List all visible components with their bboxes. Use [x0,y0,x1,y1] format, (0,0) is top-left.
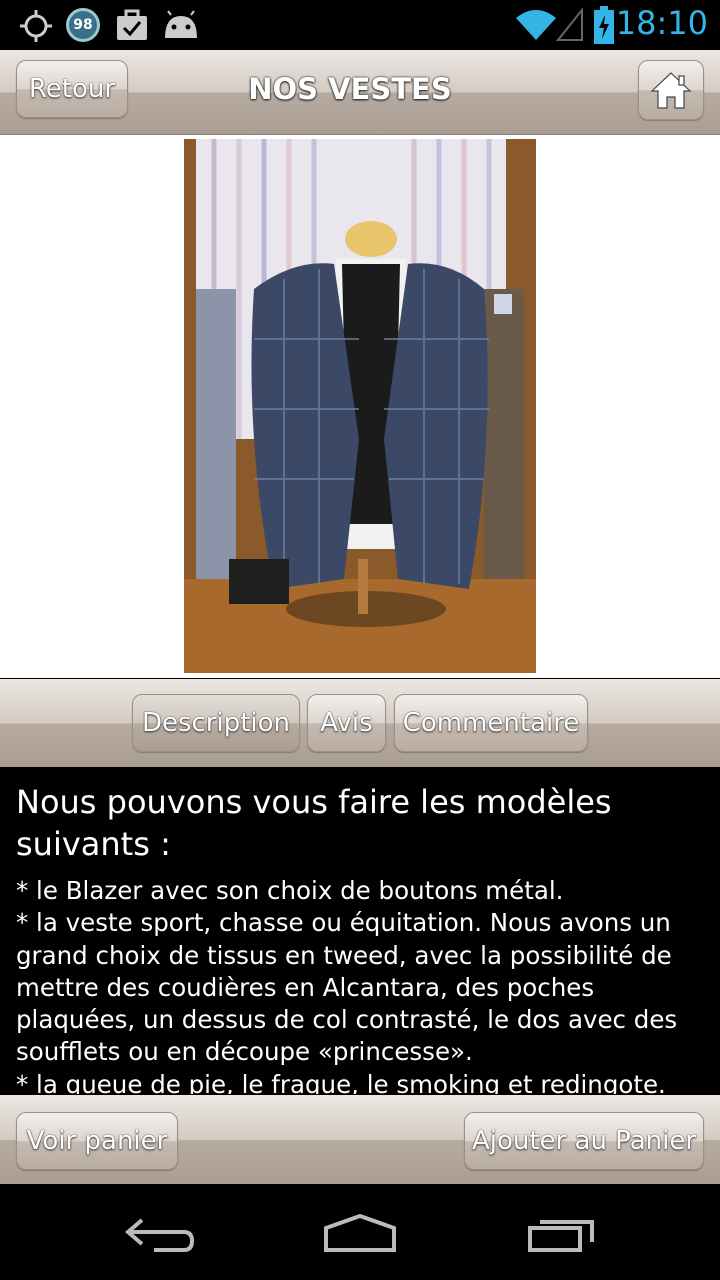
notification-count: 98 [73,17,93,33]
system-nav-bar [0,1184,720,1280]
gps-icon [20,10,52,42]
tab-commentaire[interactable]: Commentaire [394,694,588,752]
wifi-icon [516,10,556,40]
task-check-icon [117,9,147,40]
signal-icon [556,8,583,41]
android-icon [165,10,197,38]
description-heading: Nous pouvons vous faire les modèles suiv… [16,783,612,863]
home-button[interactable] [638,60,704,120]
tab-avis[interactable]: Avis [307,694,386,752]
status-bar: 98 18:10 [0,0,720,50]
product-image-area [0,135,720,793]
jacket-photo[interactable] [184,139,536,673]
description-panel[interactable]: Nous pouvons vous faire les modèles suiv… [0,767,720,1094]
clock: 18:10 [615,4,708,42]
tab-description[interactable]: Description [132,694,300,752]
home-icon [650,72,692,109]
battery-icon [594,6,614,44]
view-cart-button[interactable]: Voir panier [16,1112,178,1170]
description-body: * le Blazer avec son choix de boutons mé… [16,876,678,1094]
back-button[interactable]: Retour [16,60,128,118]
back-icon[interactable] [124,1214,196,1254]
notification-badge-icon: 98 [66,8,100,42]
home-nav-icon[interactable] [322,1212,398,1254]
page-title: NOS VESTES [248,72,452,106]
add-to-cart-button[interactable]: Ajouter au Panier [464,1112,704,1170]
recents-icon[interactable] [526,1214,598,1254]
